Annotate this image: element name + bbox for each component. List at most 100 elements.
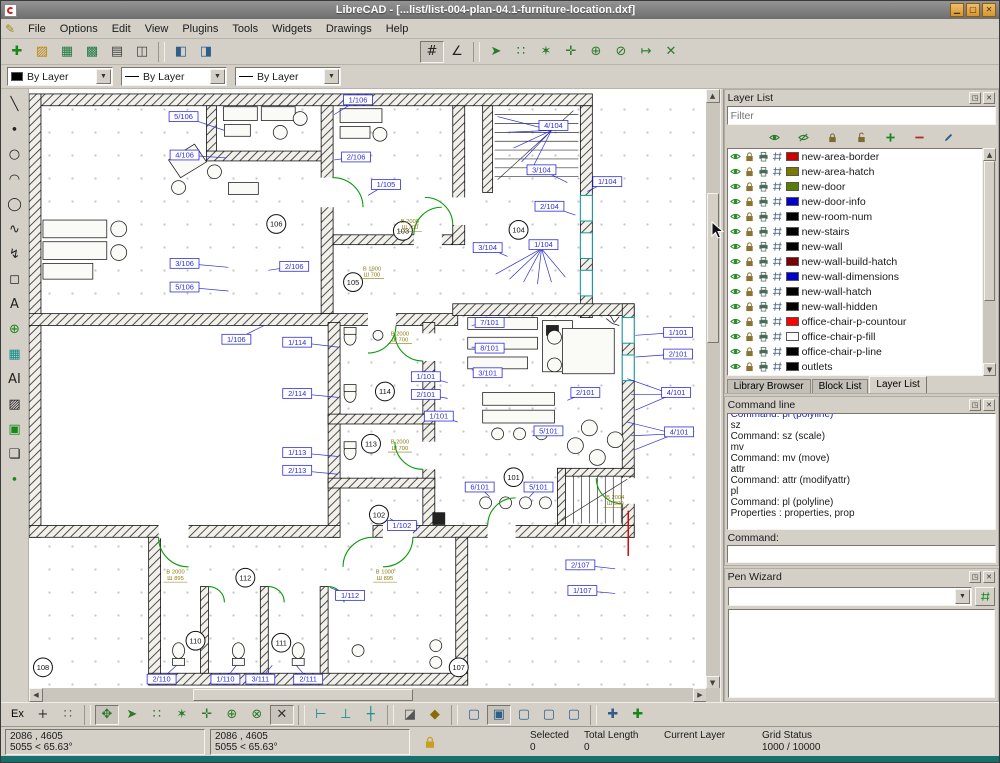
new-drawing-button[interactable]: ✚ [5, 41, 29, 63]
construction-icon[interactable] [772, 316, 783, 327]
modify-layer-button[interactable] [937, 128, 959, 147]
tab-block-list[interactable]: Block List [812, 379, 869, 393]
layer-color-swatch[interactable] [786, 197, 799, 206]
print-icon[interactable] [758, 151, 769, 162]
layer-row[interactable]: office-chair-p-line [728, 344, 982, 359]
snap-on-entity-button[interactable]: ✛ [559, 41, 583, 63]
pen-width-combo[interactable]: By Layer ▼ [121, 67, 227, 86]
visibility-icon[interactable] [730, 316, 741, 327]
layer-row[interactable]: new-door-info [728, 194, 982, 209]
menu-item-file[interactable]: File [21, 21, 53, 37]
tool-arc-button[interactable]: ◠ [2, 167, 26, 191]
print-icon[interactable] [758, 226, 769, 237]
pen-wizard-palette-button[interactable] [975, 587, 995, 606]
print-icon[interactable] [758, 301, 769, 312]
layer-color-swatch[interactable] [786, 167, 799, 176]
canvas-vscrollbar[interactable]: ▲ ▼ [706, 89, 720, 690]
isometric-grid-button[interactable]: ∠ [445, 41, 469, 63]
snap-grid-button[interactable]: ∷ [145, 705, 169, 725]
construction-icon[interactable] [772, 196, 783, 207]
layer-color-swatch[interactable] [786, 257, 799, 266]
pen-wizard-combo[interactable]: ▼ [728, 587, 972, 606]
lock-icon[interactable] [744, 271, 755, 282]
visibility-icon[interactable] [730, 211, 741, 222]
visibility-icon[interactable] [730, 301, 741, 312]
visibility-icon[interactable] [730, 196, 741, 207]
remove-layer-button[interactable] [908, 128, 930, 147]
split-horizontal-button[interactable]: ◧ [169, 41, 193, 63]
add-workspace-button[interactable]: ✚ [601, 705, 625, 725]
lock-icon[interactable] [744, 331, 755, 342]
save-drawing-button[interactable]: ▦ [55, 41, 79, 63]
lock-icon[interactable] [744, 346, 755, 357]
print-icon[interactable] [758, 331, 769, 342]
menu-item-drawings[interactable]: Drawings [319, 21, 379, 37]
print-icon[interactable] [758, 271, 769, 282]
construction-icon[interactable] [772, 226, 783, 237]
visibility-icon[interactable] [730, 346, 741, 357]
visibility-icon[interactable] [730, 286, 741, 297]
layer-row[interactable]: new-wall-hidden [728, 299, 982, 314]
lock-icon[interactable] [744, 241, 755, 252]
layer-color-swatch[interactable] [786, 287, 799, 296]
construction-icon[interactable] [772, 181, 783, 192]
construction-icon[interactable] [772, 211, 783, 222]
float-panel-icon[interactable]: ◳ [969, 399, 981, 411]
lock-icon[interactable] [744, 316, 755, 327]
visibility-icon[interactable] [730, 181, 741, 192]
visibility-icon[interactable] [730, 151, 741, 162]
snap-intersection-button[interactable]: ✕ [659, 41, 683, 63]
float-panel-icon[interactable]: ◳ [969, 92, 981, 104]
restrict-horizontal-button[interactable]: ⊢ [309, 705, 333, 725]
add-workspace-alt-button[interactable]: ✚ [626, 705, 650, 725]
layer-filter-input[interactable] [727, 106, 996, 125]
menu-item-widgets[interactable]: Widgets [265, 21, 319, 37]
grid-dots-button[interactable]: ∷ [56, 705, 80, 725]
visibility-icon[interactable] [730, 331, 741, 342]
snap-middle-button[interactable]: ⊘ [609, 41, 633, 63]
snap-free-button[interactable]: ➤ [484, 41, 508, 63]
construction-icon[interactable] [772, 151, 783, 162]
layer-row[interactable]: new-door [728, 179, 982, 194]
close-panel-icon[interactable]: ✕ [983, 92, 995, 104]
snap-distance-button[interactable]: ↦ [634, 41, 658, 63]
tab-layer-list[interactable]: Layer List [869, 376, 926, 393]
snap-free-button[interactable]: ➤ [120, 705, 144, 725]
command-input[interactable] [727, 545, 996, 563]
workspace-2-button[interactable]: ▣ [487, 705, 511, 725]
tool-dimension-button[interactable]: A [2, 292, 26, 316]
lock-icon[interactable] [744, 151, 755, 162]
tool-select-button[interactable]: ◻ [2, 267, 26, 291]
layer-color-swatch[interactable] [786, 212, 799, 221]
snap-endpoint-button[interactable]: ✶ [534, 41, 558, 63]
hscroll-thumb[interactable] [193, 689, 413, 701]
scroll-up-icon[interactable]: ▲ [983, 148, 996, 161]
layer-row[interactable]: outlets [728, 359, 982, 374]
pen-wizard-list[interactable] [728, 609, 995, 698]
construction-icon[interactable] [772, 256, 783, 267]
print-button[interactable]: ▤ [105, 41, 129, 63]
snap-center-button[interactable]: ⊕ [584, 41, 608, 63]
layer-row[interactable]: new-wall-build-hatch [728, 254, 982, 269]
workspace-4-button[interactable]: ▢ [537, 705, 561, 725]
maximize-button[interactable]: ▢ [966, 3, 980, 17]
snap-nothing-button[interactable]: ✕ [270, 705, 294, 725]
print-icon[interactable] [758, 346, 769, 357]
tool-spline-button[interactable]: ∿ [2, 217, 26, 241]
print-icon[interactable] [758, 211, 769, 222]
menu-item-tools[interactable]: Tools [225, 21, 265, 37]
layer-color-swatch[interactable] [786, 347, 799, 356]
tool-order-button[interactable]: ▦ [2, 342, 26, 366]
layer-row[interactable]: office-chair-p-countour [728, 314, 982, 329]
layer-color-swatch[interactable] [786, 227, 799, 236]
visibility-icon[interactable] [730, 256, 741, 267]
open-drawing-button[interactable]: ▨ [30, 41, 54, 63]
minimize-button[interactable]: ▁ [950, 3, 964, 17]
layer-row[interactable]: new-wall [728, 239, 982, 254]
lock-icon[interactable] [744, 301, 755, 312]
snap-auto-button[interactable]: ✥ [95, 705, 119, 725]
lock-icon[interactable] [744, 196, 755, 207]
visibility-icon[interactable] [730, 166, 741, 177]
print-preview-button[interactable]: ◫ [130, 41, 154, 63]
drawing-canvas[interactable]: 5/1061/1064/1062/1061/1054/1043/1041/104… [29, 89, 707, 688]
